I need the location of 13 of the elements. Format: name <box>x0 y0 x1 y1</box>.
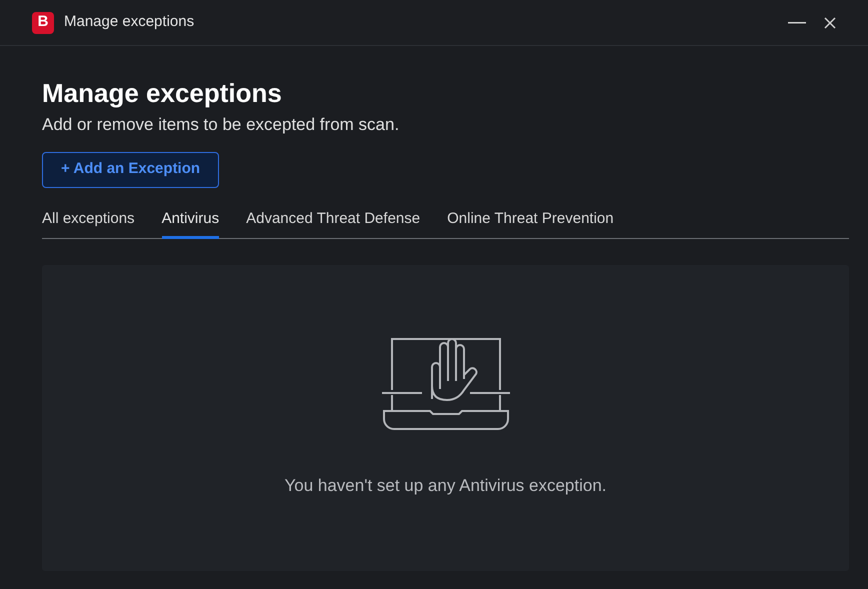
tab[interactable]: All exceptions <box>42 208 135 239</box>
laptop-hand-icon <box>380 337 512 433</box>
page-heading: Manage exceptions <box>42 77 283 110</box>
empty-state-message: You haven't set up any Antivirus exception. <box>284 475 607 497</box>
minimize-icon[interactable] <box>788 22 806 24</box>
window-title: Manage exceptions <box>64 12 194 32</box>
page-subtitle: Add or remove items to be excepted from scan. <box>42 114 400 136</box>
close-icon[interactable] <box>824 16 836 28</box>
tab[interactable]: Advanced Threat Defense <box>246 208 420 239</box>
app-logo: B <box>32 12 54 34</box>
tab[interactable]: Antivirus <box>162 208 220 239</box>
add-exception-button[interactable]: + Add an Exception <box>42 152 220 188</box>
tab[interactable]: Online Threat Prevention <box>447 208 614 239</box>
